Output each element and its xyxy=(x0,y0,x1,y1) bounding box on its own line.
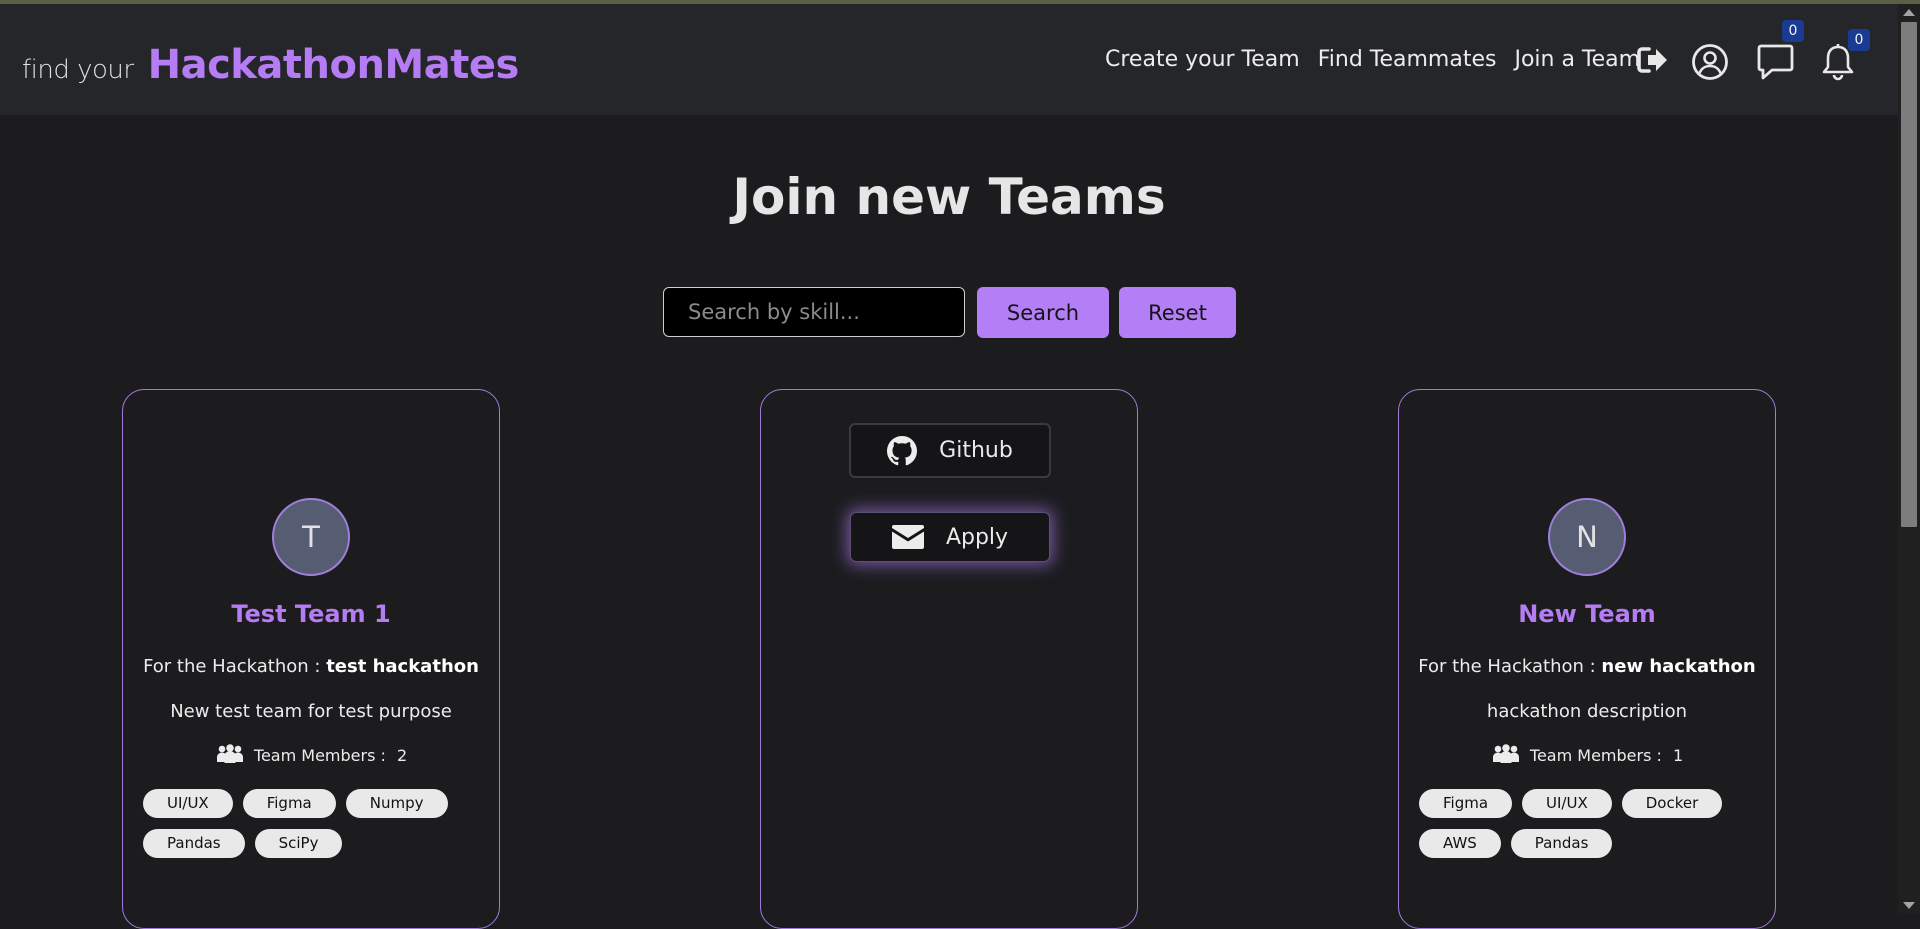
nav-find-teammates[interactable]: Find Teammates xyxy=(1318,47,1497,72)
search-button[interactable]: Search xyxy=(977,287,1109,338)
team-members-icon xyxy=(1492,744,1519,763)
members-count: 2 xyxy=(397,746,408,765)
members-label: Team Members : xyxy=(1529,746,1662,765)
hackathon-line: For the Hackathon : test hackathon xyxy=(123,656,499,677)
skill-tag[interactable]: Figma xyxy=(242,789,336,818)
team-description: New test team for test purpose xyxy=(170,701,452,722)
hackathon-name: new hackathon xyxy=(1601,656,1756,677)
skill-tag[interactable]: UI/UX xyxy=(143,789,233,818)
team-description: hackathon description xyxy=(1486,701,1688,722)
scroll-thumb[interactable] xyxy=(1901,22,1917,527)
apply-button[interactable]: Apply xyxy=(850,512,1050,562)
team-card: N New Team For the Hackathon : new hacka… xyxy=(1398,389,1776,929)
apply-label: Apply xyxy=(945,524,1009,550)
brand-logo[interactable]: find your HackathonMates xyxy=(22,42,519,88)
nav-join-team[interactable]: Join a Team xyxy=(1514,47,1640,72)
brand-prefix: find your xyxy=(22,55,134,85)
team-members: Team Members : 1 xyxy=(1399,744,1775,765)
skill-tags: Figma UI/UX Docker AWS Pandas xyxy=(1419,789,1759,858)
skill-tag[interactable]: Pandas xyxy=(143,829,245,858)
skill-search-input[interactable] xyxy=(663,287,965,337)
team-members-icon xyxy=(216,744,243,763)
team-avatar: T xyxy=(272,498,350,576)
hackathon-label: For the Hackathon : xyxy=(143,656,321,677)
logout-icon[interactable] xyxy=(1637,45,1669,75)
skill-tag[interactable]: Numpy xyxy=(345,789,448,818)
skill-tag[interactable]: AWS xyxy=(1419,829,1501,858)
scroll-down-icon[interactable] xyxy=(1903,902,1915,909)
notifications-badge: 0 xyxy=(1848,29,1870,51)
user-circle-icon[interactable] xyxy=(1691,43,1729,81)
skill-tag[interactable]: Figma xyxy=(1419,789,1513,818)
envelope-icon xyxy=(891,525,924,549)
team-card: T Test Team 1 For the Hackathon : test h… xyxy=(122,389,500,929)
team-members: Team Members : 2 xyxy=(123,744,499,765)
skill-tags: UI/UX Figma Numpy Pandas SciPy xyxy=(143,789,483,858)
skill-tag[interactable]: Pandas xyxy=(1510,829,1613,858)
team-card-actions: Github Apply xyxy=(760,389,1138,929)
members-count: 1 xyxy=(1673,746,1684,765)
github-button[interactable]: Github xyxy=(849,423,1051,478)
chat-icon[interactable] xyxy=(1757,43,1794,81)
scroll-up-icon[interactable] xyxy=(1903,9,1915,16)
github-icon xyxy=(887,435,918,465)
team-name[interactable]: Test Team 1 xyxy=(123,600,499,628)
main-nav: Create your Team Find Teammates Join a T… xyxy=(1105,47,1640,72)
nav-create-team[interactable]: Create your Team xyxy=(1105,47,1300,72)
hackathon-name: test hackathon xyxy=(326,656,479,677)
page-scrollbar[interactable] xyxy=(1898,4,1920,913)
team-avatar: N xyxy=(1548,498,1626,576)
reset-button[interactable]: Reset xyxy=(1119,287,1236,338)
top-navbar: find your HackathonMates Create your Tea… xyxy=(0,4,1898,115)
skill-tag[interactable]: SciPy xyxy=(254,829,343,858)
team-name[interactable]: New Team xyxy=(1399,600,1775,628)
github-label: Github xyxy=(939,438,1013,463)
page-title: Join new Teams xyxy=(732,168,1166,226)
brand-name: HackathonMates xyxy=(147,42,520,88)
skill-tag[interactable]: UI/UX xyxy=(1522,789,1612,818)
skill-tag[interactable]: Docker xyxy=(1621,789,1723,818)
messages-badge: 0 xyxy=(1782,20,1804,42)
hackathon-line: For the Hackathon : new hackathon xyxy=(1399,656,1775,677)
hackathon-label: For the Hackathon : xyxy=(1418,656,1596,677)
members-label: Team Members : xyxy=(253,746,386,765)
